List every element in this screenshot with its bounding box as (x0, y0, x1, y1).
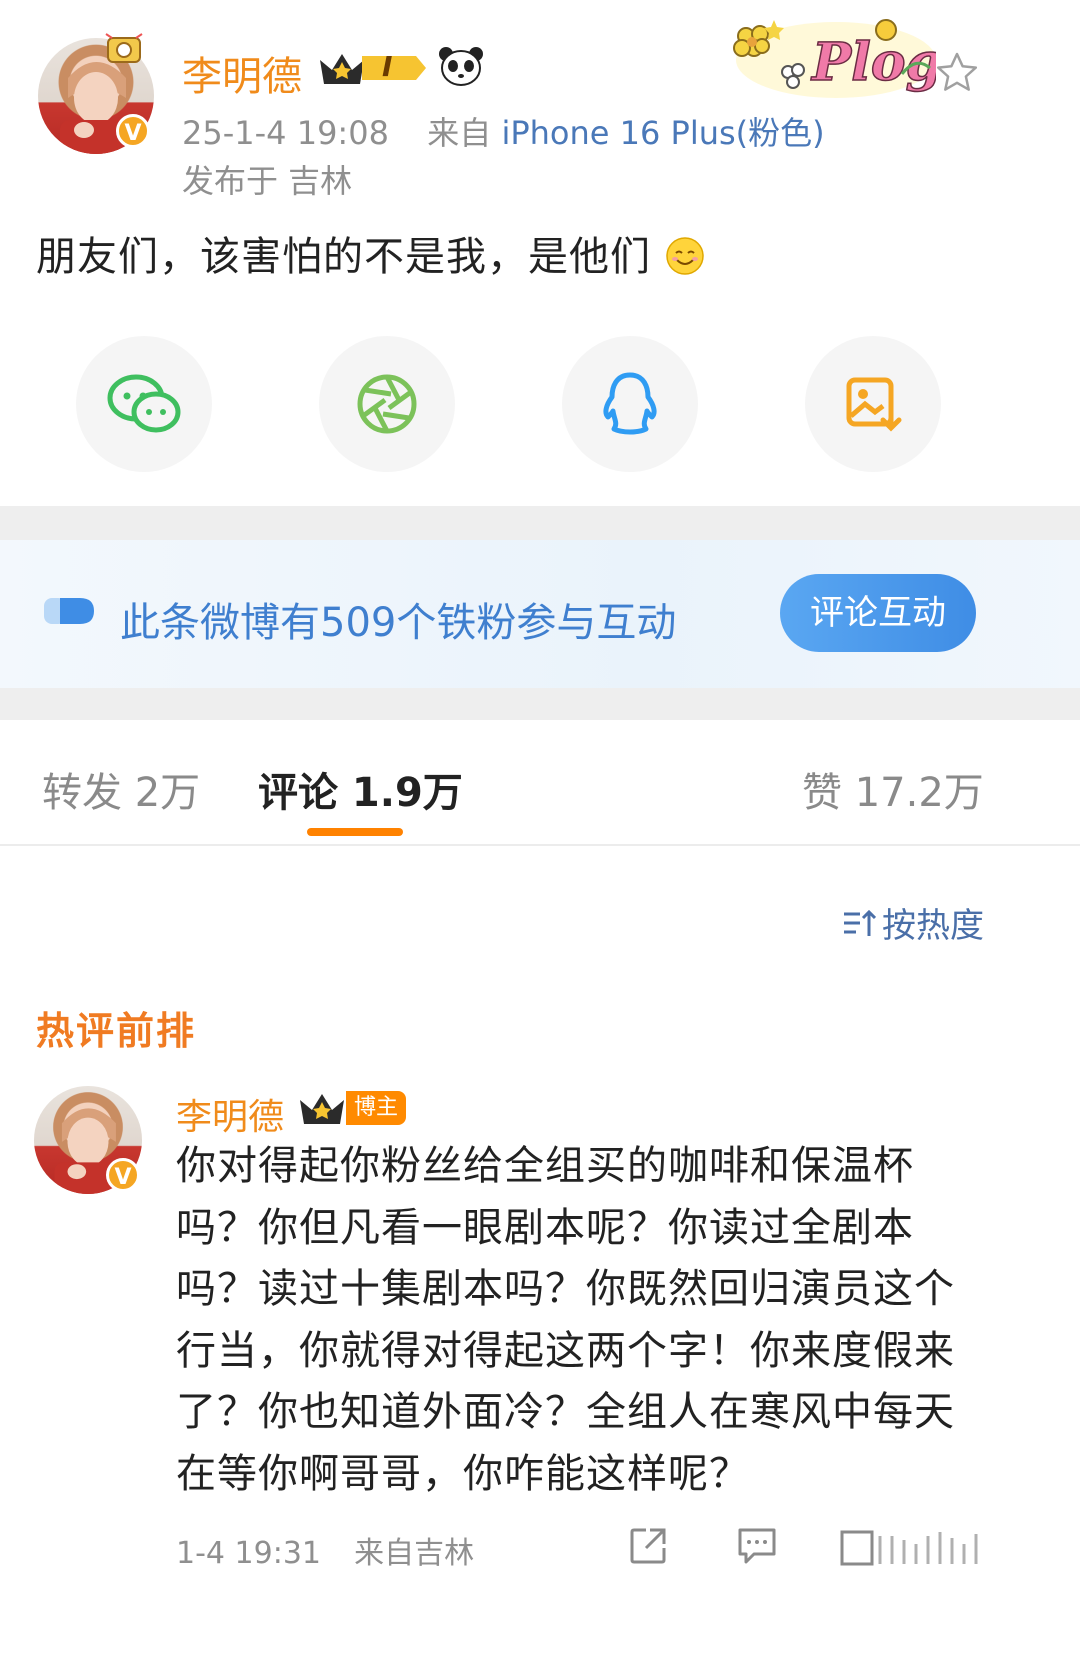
section-divider-2 (0, 688, 1080, 720)
comment-location: 来自吉林 (354, 1536, 475, 1571)
reply-comment-icon[interactable] (736, 1526, 778, 1570)
crown-icon (320, 54, 426, 84)
post-text: 朋友们，该害怕的不是我，是他们 (36, 224, 705, 282)
comment-meta: 1-4 19:31 来自吉林 (176, 1528, 474, 1572)
comment-time: 1-4 19:31 (176, 1536, 321, 1571)
save-image-button[interactable] (805, 336, 941, 472)
tab-like[interactable]: 赞 17.2万 (802, 760, 984, 818)
verified-badge-icon: V (116, 114, 150, 148)
comment-interact-button[interactable]: 评论互动 (780, 574, 976, 652)
sort-icon (844, 909, 876, 936)
sort-label: 按热度 (882, 906, 984, 946)
comment-username[interactable]: 李明德 (176, 1088, 284, 1140)
wechat-icon (107, 374, 181, 433)
moments-icon (357, 374, 417, 434)
share-wechat-button[interactable] (76, 336, 212, 472)
tab-repost[interactable]: 转发 2万 (42, 760, 200, 818)
favorite-star-icon[interactable] (934, 50, 980, 96)
fan-banner-text: 此条微博有509个铁粉参与互动 (120, 600, 677, 646)
repost-comment-icon[interactable] (628, 1526, 668, 1570)
save-image-icon (846, 377, 902, 432)
comment-text: 你对得起你粉丝给全组买的咖啡和保温杯吗？你但凡看一眼剧本呢？你读过全剧本吗？读过… (176, 1143, 955, 1497)
post-source-prefix: 来自 (427, 114, 492, 152)
sort-by-heat-button[interactable]: 按热度 (842, 898, 984, 947)
section-divider (0, 506, 1080, 540)
share-moments-button[interactable] (319, 336, 455, 472)
tabs-divider (0, 844, 1080, 846)
post-username[interactable]: 李明德 (182, 44, 302, 102)
host-crown-icon (300, 1094, 344, 1124)
member-crown-badge[interactable]: I (318, 48, 428, 88)
post-device[interactable]: iPhone 16 Plus(粉色) (501, 114, 824, 152)
tab-comment[interactable]: 评论 1.9万 (258, 760, 463, 818)
qq-icon (603, 372, 657, 435)
host-badge-label: 博主 (346, 1091, 407, 1125)
post-text-content: 朋友们，该害怕的不是我，是他们 (36, 234, 651, 280)
camera-pendant-icon (102, 28, 146, 68)
post-meta: 25-1-4 19:08 来自 iPhone 16 Plus(粉色) (182, 108, 825, 154)
smile-emoji-icon (665, 237, 704, 275)
fan-banner-icon (44, 594, 96, 632)
panda-icon (438, 44, 484, 92)
post-timestamp: 25-1-4 19:08 (182, 114, 389, 152)
comment-verified-badge-icon: V (106, 1158, 140, 1192)
post-location: 发布于 吉林 (182, 162, 353, 200)
share-qq-button[interactable] (562, 336, 698, 472)
like-comment-icon[interactable] (840, 1526, 980, 1570)
tab-active-indicator (307, 828, 403, 836)
host-badge: 博主 (298, 1088, 407, 1128)
member-level: I (382, 50, 393, 83)
plog-sticker: Plog (726, 10, 943, 102)
hot-comments-title: 热评前排 (36, 1009, 197, 1053)
